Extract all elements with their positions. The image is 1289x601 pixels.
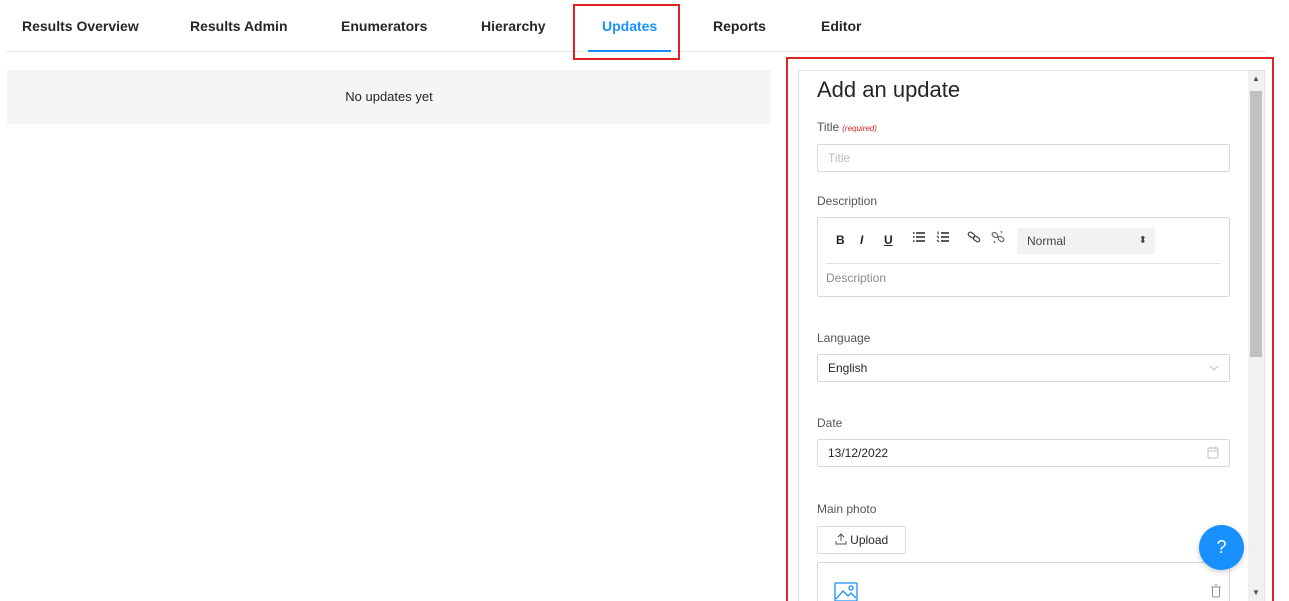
language-select[interactable]: English [817,354,1230,382]
format-select-value: Normal [1027,234,1066,248]
chevron-down-icon [1209,355,1219,391]
panel-title: Add an update [817,77,961,102]
tab-enumerators[interactable]: Enumerators [341,0,427,52]
main-photo-label: Main photo [817,502,877,516]
image-icon [834,582,858,601]
italic-button[interactable]: I [860,233,863,247]
language-value: English [828,361,868,375]
title-placeholder: Title [828,151,851,165]
title-label-text: Title [817,120,840,134]
description-editor[interactable]: B I U Normal ⬍ Description [817,217,1230,297]
upload-icon [835,533,850,547]
title-input[interactable]: Title [817,144,1230,172]
bullet-list-icon[interactable] [912,230,926,247]
photo-preview-card [817,562,1230,601]
required-marker: (required) [842,124,877,133]
editor-toolbar: B I U Normal ⬍ [826,226,1221,264]
tab-hierarchy[interactable]: Hierarchy [481,0,546,52]
description-placeholder: Description [826,271,887,285]
calendar-icon [1207,440,1219,476]
date-value: 13/12/2022 [828,446,889,460]
format-select[interactable]: Normal ⬍ [1017,228,1155,254]
tab-reports[interactable]: Reports [713,0,766,52]
updown-arrows-icon: ⬍ [1138,235,1147,246]
help-button[interactable]: ? [1199,525,1244,570]
title-label: Title (required) [817,120,877,134]
scroll-down-arrow-icon[interactable]: ▼ [1248,585,1264,601]
link-icon[interactable] [967,230,981,247]
tab-editor[interactable]: Editor [821,0,861,52]
description-label: Description [817,194,878,208]
delete-icon[interactable] [1210,584,1222,601]
updates-empty-state: No updates yet [7,70,771,124]
upload-button[interactable]: Upload [817,526,906,554]
scroll-thumb[interactable] [1250,91,1262,357]
language-label: Language [817,331,871,345]
tab-results-admin[interactable]: Results Admin [190,0,288,52]
date-label: Date [817,416,843,430]
underline-button[interactable]: U [884,233,893,247]
upload-label: Upload [850,533,889,547]
numbered-list-icon[interactable] [936,230,950,247]
scroll-up-arrow-icon[interactable]: ▲ [1248,71,1264,87]
date-picker[interactable]: 13/12/2022 [817,439,1230,467]
updates-tab-highlight [573,4,680,60]
add-update-panel: Add an update Title (required) Title Desc… [798,70,1265,601]
panel-scrollbar[interactable]: ▲ ▼ [1248,71,1264,601]
unlink-icon[interactable] [991,230,1005,247]
tab-results-overview[interactable]: Results Overview [22,0,139,52]
bold-button[interactable]: B [836,233,845,247]
